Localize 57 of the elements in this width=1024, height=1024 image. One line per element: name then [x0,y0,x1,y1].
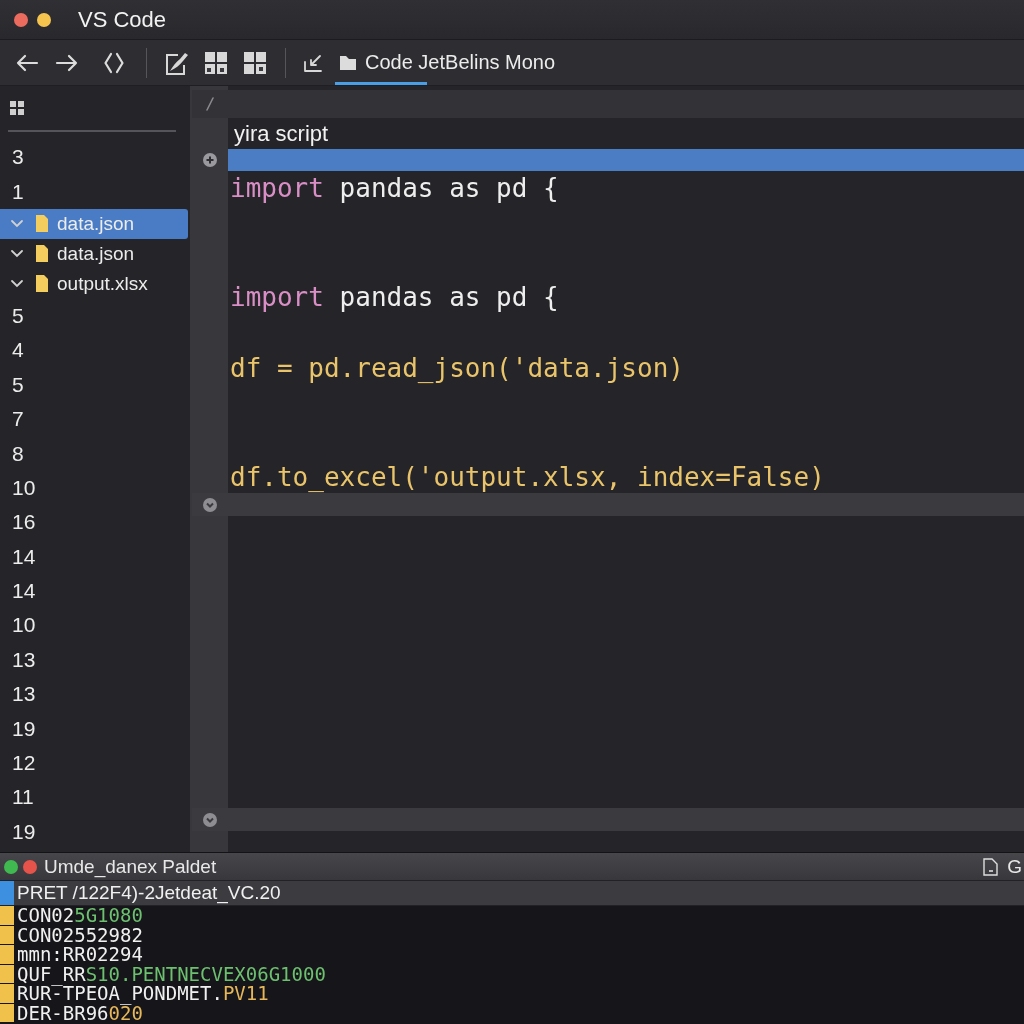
sidebar-number: 16 [12,510,36,535]
code-line: df.to_excel('output.xlsx, index=False) [230,460,825,493]
file-icon [36,275,48,293]
sidebar-number: 8 [12,441,24,466]
sidebar-number: 10 [12,475,36,500]
plus-circle-icon[interactable] [203,153,217,167]
grid-icon[interactable] [205,51,227,74]
file-icon[interactable] [983,857,999,876]
grid-icon[interactable] [10,101,24,115]
terminal-line: CON025G1080 [17,906,143,926]
code-line: df = pd.read_json('data.json) [230,351,684,384]
file-item[interactable]: data.json [0,208,188,239]
script-title: yira script [234,120,329,147]
sidebar-number: 13 [12,647,36,672]
grid-icon[interactable] [244,51,266,74]
sidebar-number: 5 [12,303,24,328]
edit-icon[interactable] [165,50,189,75]
folder-icon [340,55,356,70]
sidebar-number: 4 [12,338,24,363]
sidebar-number: 10 [12,613,36,638]
window-control-button[interactable] [14,12,28,27]
sidebar-number: 12 [12,751,36,776]
terminal-line: DER-BR96020 [17,1003,143,1023]
file-icon [36,245,48,263]
editor-tab[interactable]: Code JetBelins Mono [335,40,564,85]
terminal-line: mmn:RR02294 [17,945,143,965]
sidebar-number: 1 [12,179,24,204]
sidebar-number: 19 [12,819,36,844]
chevron-down-icon[interactable] [10,248,24,259]
tray-arrow-icon[interactable] [303,52,323,73]
arrow-right-icon[interactable] [55,52,79,73]
code-line: import pandas as pd { [230,171,559,204]
terminal-line: CON02552982 [17,925,143,945]
window-title: VS Code [78,6,167,33]
window-control-button[interactable] [37,12,51,27]
angle-brackets-icon[interactable] [102,51,126,74]
sidebar-number: 11 [12,785,34,810]
arrow-left-icon[interactable] [15,52,39,73]
file-icon [36,215,48,233]
terminal-line: PRET /122F4)-2Jetdeat_VC.20 [17,881,281,905]
sidebar-number: 3 [12,145,24,170]
chevron-down-icon[interactable] [10,278,24,289]
sidebar-number: 14 [12,579,36,604]
slash-icon [206,97,214,111]
sidebar-number: 19 [12,716,36,741]
code-line: import pandas as pd { [230,280,559,313]
file-item[interactable]: data.json [0,238,188,269]
sidebar-number: 5 [12,372,24,397]
panel-label: G [1007,855,1022,878]
circle-chevron-icon[interactable] [203,812,217,827]
sidebar-number: 7 [12,407,24,432]
sidebar-number: 13 [12,682,36,707]
sidebar-number: 14 [12,544,36,569]
panel-title: Umde_danex Paldet [44,855,217,878]
terminal-line: RUR-TPEOA_PONDMET.PV11 [17,984,269,1004]
circle-chevron-icon[interactable] [203,497,217,512]
file-item[interactable]: output.xlsx [0,268,188,299]
